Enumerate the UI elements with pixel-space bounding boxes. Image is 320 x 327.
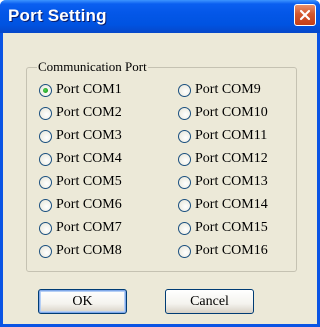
radio-icon[interactable] xyxy=(39,221,52,235)
radio-icon[interactable] xyxy=(178,106,191,120)
radio-icon[interactable] xyxy=(39,244,52,258)
port-com8-radio[interactable]: Port COM8 xyxy=(39,243,122,259)
radio-icon[interactable] xyxy=(178,83,191,97)
radio-icon[interactable] xyxy=(39,106,52,120)
port-setting-dialog: Port Setting Communication Port Port COM… xyxy=(0,0,320,327)
port-com15-label: Port COM15 xyxy=(195,220,268,235)
close-button[interactable] xyxy=(294,4,316,26)
port-com7-label: Port COM7 xyxy=(56,220,122,235)
port-com2-label: Port COM2 xyxy=(56,105,122,120)
port-com1-radio[interactable]: Port COM1 xyxy=(39,82,122,98)
port-com8-label: Port COM8 xyxy=(56,243,122,258)
port-com12-radio[interactable]: Port COM12 xyxy=(178,151,268,167)
port-com16-radio[interactable]: Port COM16 xyxy=(178,243,268,259)
port-com5-radio[interactable]: Port COM5 xyxy=(39,174,122,190)
radio-icon[interactable] xyxy=(39,175,52,189)
dialog-title: Port Setting xyxy=(8,6,107,25)
radio-icon[interactable] xyxy=(39,83,52,97)
communication-port-group: Communication Port Port COM1 Port COM2 Por… xyxy=(26,59,297,272)
port-com15-radio[interactable]: Port COM15 xyxy=(178,220,268,236)
radio-icon[interactable] xyxy=(178,175,191,189)
port-com10-radio[interactable]: Port COM10 xyxy=(178,105,268,121)
radio-icon[interactable] xyxy=(39,198,52,212)
radio-icon[interactable] xyxy=(178,152,191,166)
port-com14-label: Port COM14 xyxy=(195,197,268,212)
port-com3-radio[interactable]: Port COM3 xyxy=(39,128,122,144)
port-com6-radio[interactable]: Port COM6 xyxy=(39,197,122,213)
port-com13-radio[interactable]: Port COM13 xyxy=(178,174,268,190)
port-com1-label: Port COM1 xyxy=(56,82,122,97)
radio-icon[interactable] xyxy=(178,129,191,143)
radio-icon[interactable] xyxy=(178,244,191,258)
radio-icon[interactable] xyxy=(39,152,52,166)
ok-button[interactable]: OK xyxy=(38,289,127,314)
port-com4-radio[interactable]: Port COM4 xyxy=(39,151,122,167)
group-label: Communication Port xyxy=(37,59,148,75)
port-com13-label: Port COM13 xyxy=(195,174,268,189)
port-com16-label: Port COM16 xyxy=(195,243,268,258)
port-com10-label: Port COM10 xyxy=(195,105,268,120)
close-icon xyxy=(299,9,311,21)
port-com6-label: Port COM6 xyxy=(56,197,122,212)
port-com3-label: Port COM3 xyxy=(56,128,122,143)
port-com4-label: Port COM4 xyxy=(56,151,122,166)
port-com11-radio[interactable]: Port COM11 xyxy=(178,128,267,144)
port-com5-label: Port COM5 xyxy=(56,174,122,189)
cancel-button[interactable]: Cancel xyxy=(165,289,254,314)
port-com9-radio[interactable]: Port COM9 xyxy=(178,82,261,98)
port-com14-radio[interactable]: Port COM14 xyxy=(178,197,268,213)
port-com7-radio[interactable]: Port COM7 xyxy=(39,220,122,236)
title-bar[interactable]: Port Setting xyxy=(0,0,320,33)
port-com2-radio[interactable]: Port COM2 xyxy=(39,105,122,121)
radio-icon[interactable] xyxy=(178,198,191,212)
port-com9-label: Port COM9 xyxy=(195,82,261,97)
radio-icon[interactable] xyxy=(178,221,191,235)
radio-icon[interactable] xyxy=(39,129,52,143)
port-com12-label: Port COM12 xyxy=(195,151,268,166)
port-com11-label: Port COM11 xyxy=(195,128,268,143)
